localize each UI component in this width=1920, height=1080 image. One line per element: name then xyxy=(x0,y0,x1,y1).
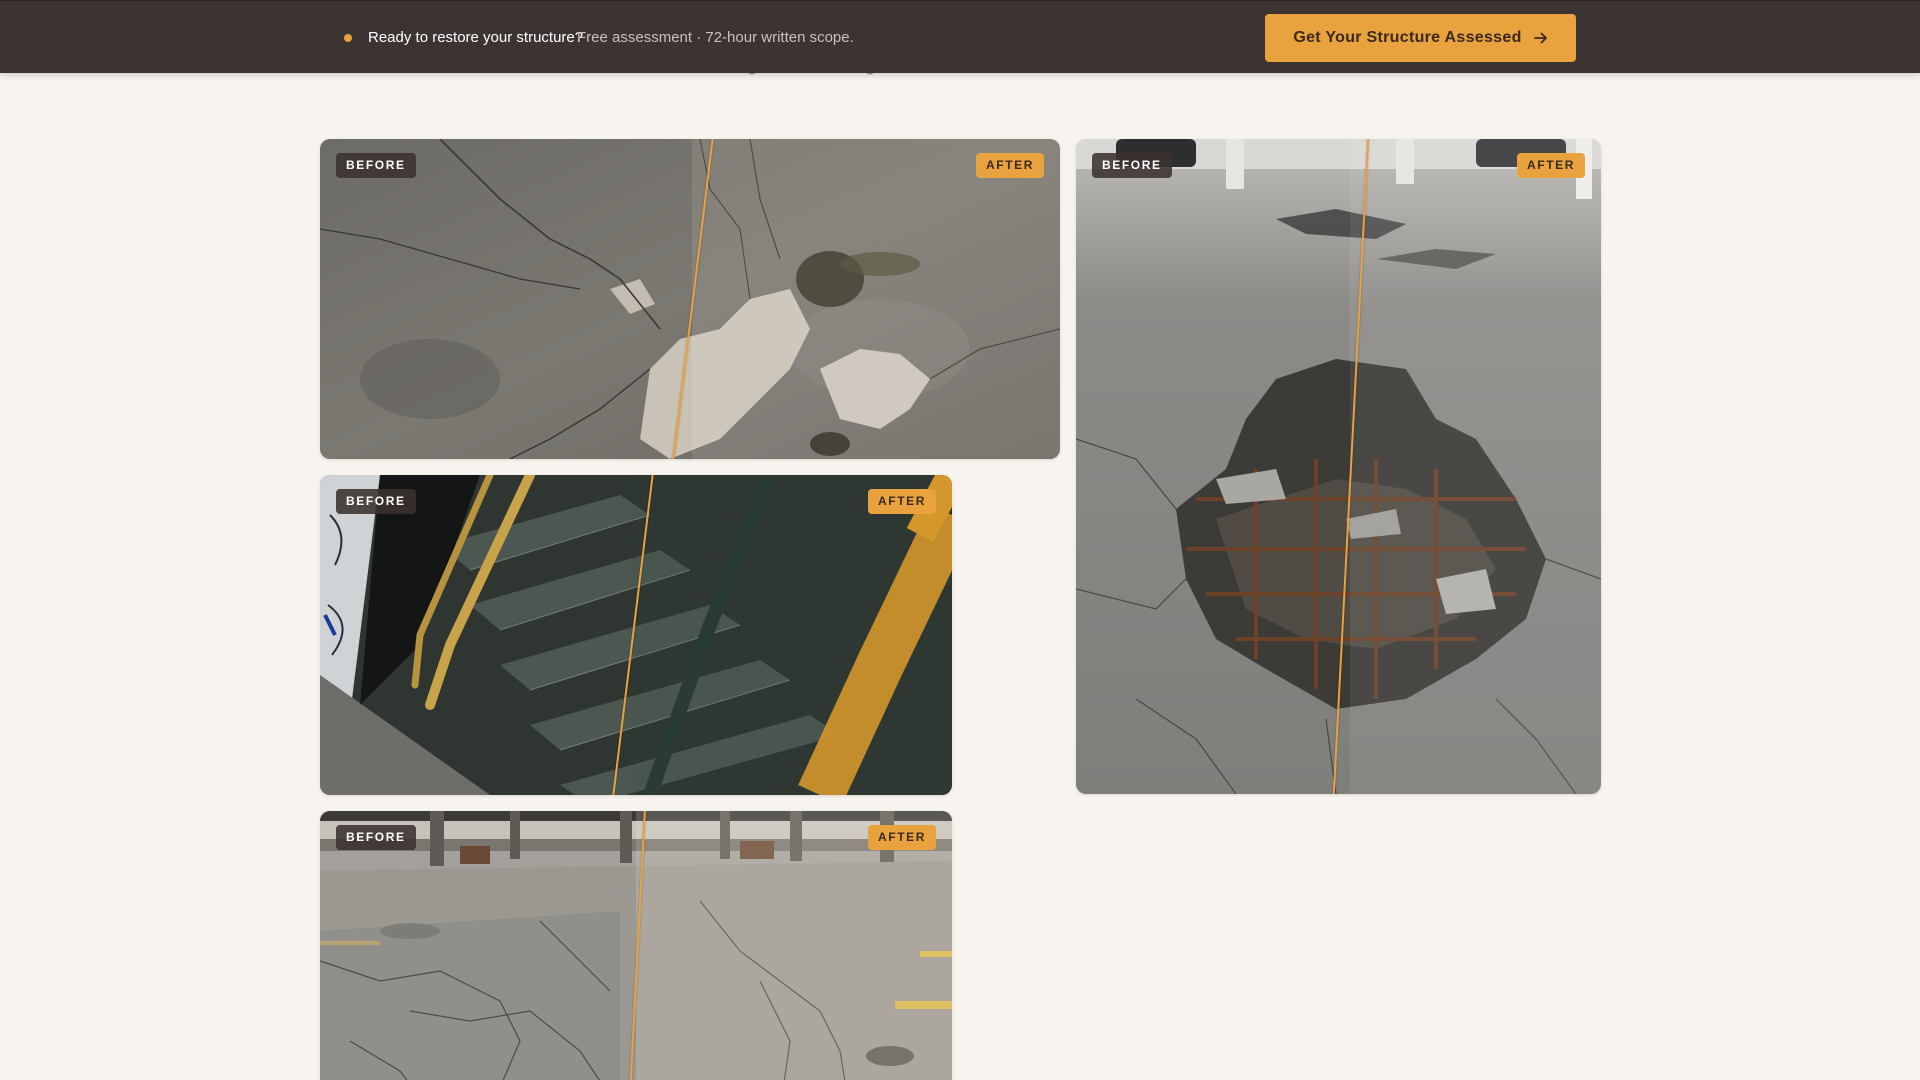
before-badge: BEFORE xyxy=(336,825,416,850)
before-badge: BEFORE xyxy=(336,489,416,514)
before-after-slider-stairwell[interactable]: BEFORE AFTER xyxy=(320,475,952,795)
before-after-slider-rebar-pothole[interactable]: BEFORE AFTER xyxy=(1076,139,1601,794)
after-badge: AFTER xyxy=(868,825,936,850)
get-assessed-button[interactable]: Get Your Structure Assessed xyxy=(1265,14,1576,62)
after-half-overlay xyxy=(1350,139,1601,794)
before-after-slider-concrete-slab[interactable]: BEFORE AFTER xyxy=(320,139,1060,459)
banner-subtitle: Free assessment · 72-hour written scope. xyxy=(577,29,854,46)
sticky-cta-banner: Ready to restore your structure? Free as… xyxy=(0,0,1920,73)
after-half-overlay xyxy=(632,475,952,795)
before-badge: BEFORE xyxy=(336,153,416,178)
arrow-right-icon xyxy=(1533,31,1548,45)
before-after-slider-garage-floor[interactable]: BEFORE AFTER xyxy=(320,811,952,1080)
after-badge: AFTER xyxy=(976,153,1044,178)
after-badge: AFTER xyxy=(868,489,936,514)
after-half-overlay xyxy=(636,811,952,1080)
banner-title: Ready to restore your structure? xyxy=(368,29,584,46)
page: — — — — — — — — — g — — — — — g — Ready … xyxy=(0,0,1920,1080)
before-badge: BEFORE xyxy=(1092,153,1172,178)
cta-label: Get Your Structure Assessed xyxy=(1293,29,1522,46)
after-badge: AFTER xyxy=(1517,153,1585,178)
after-half-overlay xyxy=(692,139,1060,459)
status-dot-icon xyxy=(344,34,352,42)
